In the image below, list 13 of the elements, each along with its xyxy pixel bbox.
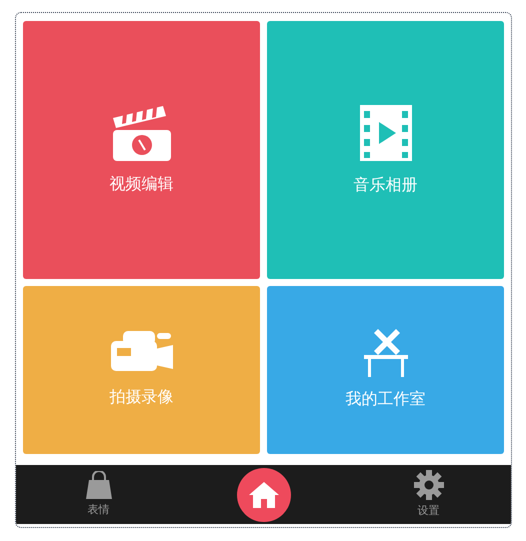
- menu-tile[interactable]: 视频编辑: [23, 21, 260, 279]
- shopping-bag-icon: [84, 470, 112, 499]
- clapperboard-icon: [110, 104, 172, 162]
- home-button[interactable]: [236, 468, 290, 522]
- settings-icon: [414, 470, 444, 500]
- home-icon: [248, 482, 278, 508]
- tab-button[interactable]: 表情: [84, 470, 112, 518]
- desk-tools-icon: [364, 329, 408, 377]
- menu-tile[interactable]: 音乐相册: [267, 21, 504, 279]
- menu-tile[interactable]: 我的工作室: [267, 286, 504, 454]
- menu-tile[interactable]: 拍摄录像: [23, 286, 260, 454]
- film-play-icon: [360, 103, 412, 163]
- tab-button[interactable]: 设置: [414, 470, 444, 520]
